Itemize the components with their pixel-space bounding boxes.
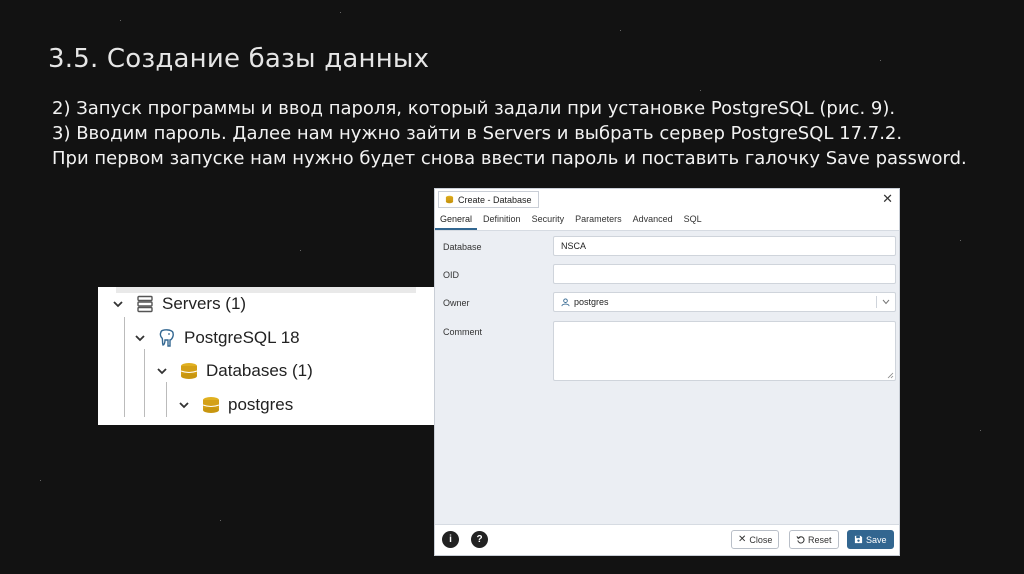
tree-item-label: Servers (1) <box>162 294 247 313</box>
tree-item-postgres[interactable]: postgres <box>178 390 293 420</box>
slide-line-1: 2) Запуск программы и ввод пароля, котор… <box>52 98 896 119</box>
tree-guide-line <box>124 317 125 417</box>
owner-value: postgres <box>574 297 609 307</box>
reset-button[interactable]: Reset <box>789 530 839 549</box>
tab-security[interactable]: Security <box>527 209 570 230</box>
dialog-footer: i ? ✕ Close Reset Save <box>435 524 899 555</box>
reset-icon <box>796 536 805 544</box>
dialog-tabs: General Definition Security Parameters A… <box>435 209 899 231</box>
chevron-down-icon[interactable] <box>876 296 895 308</box>
dialog-title-tab[interactable]: Create - Database <box>438 191 539 208</box>
elephant-icon <box>156 328 178 348</box>
slide-body: 2) Запуск программы и ввод пароля, котор… <box>52 96 972 171</box>
tree-item-label: postgres <box>228 395 294 414</box>
slide-line-2: 3) Вводим пароль. Далее нам нужно зайти … <box>52 123 903 144</box>
save-button[interactable]: Save <box>847 530 894 549</box>
slide-title: 3.5. Создание базы данных <box>48 44 430 74</box>
servers-icon <box>134 294 156 314</box>
database-icon <box>445 195 454 204</box>
chevron-down-icon[interactable] <box>134 332 146 344</box>
info-button[interactable]: i <box>442 531 459 548</box>
chevron-down-icon[interactable] <box>178 399 190 411</box>
server-tree: Servers (1) PostgreSQL 18 Databases (1) … <box>98 287 436 425</box>
database-input[interactable]: NSCA <box>553 236 896 256</box>
comment-label: Comment <box>443 327 483 337</box>
tab-sql[interactable]: SQL <box>679 209 707 230</box>
owner-select[interactable]: postgres <box>553 292 896 312</box>
chevron-down-icon[interactable] <box>112 298 124 310</box>
owner-label: Owner <box>443 298 470 308</box>
tree-item-postgresql[interactable]: PostgreSQL 18 <box>134 323 300 353</box>
tree-item-databases[interactable]: Databases (1) <box>156 356 313 386</box>
create-database-dialog: Create - Database ✕ General Definition S… <box>434 188 900 556</box>
close-label: Close <box>749 534 773 545</box>
database-label: Database <box>443 242 482 252</box>
dialog-header: Create - Database ✕ <box>435 189 899 210</box>
tab-advanced[interactable]: Advanced <box>628 209 678 230</box>
tab-definition[interactable]: Definition <box>478 209 526 230</box>
oid-label: OID <box>443 270 460 280</box>
database-value: NSCA <box>561 241 587 251</box>
oid-input[interactable] <box>553 264 896 284</box>
comment-textarea[interactable] <box>553 321 896 381</box>
chevron-down-icon[interactable] <box>156 365 168 377</box>
close-icon: ✕ <box>738 534 747 545</box>
resize-handle-icon[interactable] <box>887 372 894 379</box>
databases-icon <box>178 361 200 381</box>
tree-guide-line <box>144 349 145 417</box>
tab-parameters[interactable]: Parameters <box>570 209 627 230</box>
tree-item-label: Databases (1) <box>206 361 313 380</box>
reset-label: Reset <box>808 534 832 545</box>
database-icon <box>200 395 222 415</box>
tree-item-label: PostgreSQL 18 <box>184 328 300 347</box>
close-button[interactable]: ✕ Close <box>731 530 780 549</box>
save-label: Save <box>866 534 887 545</box>
user-icon <box>561 297 570 306</box>
save-icon <box>854 535 863 544</box>
tab-general[interactable]: General <box>435 209 478 230</box>
help-button[interactable]: ? <box>471 531 488 548</box>
tree-guide-line <box>166 382 167 417</box>
dialog-title: Create - Database <box>458 194 532 205</box>
slide-line-3: При первом запуске нам нужно будет снова… <box>52 148 967 169</box>
tree-item-servers[interactable]: Servers (1) <box>112 289 246 319</box>
close-icon[interactable]: ✕ <box>882 192 893 205</box>
